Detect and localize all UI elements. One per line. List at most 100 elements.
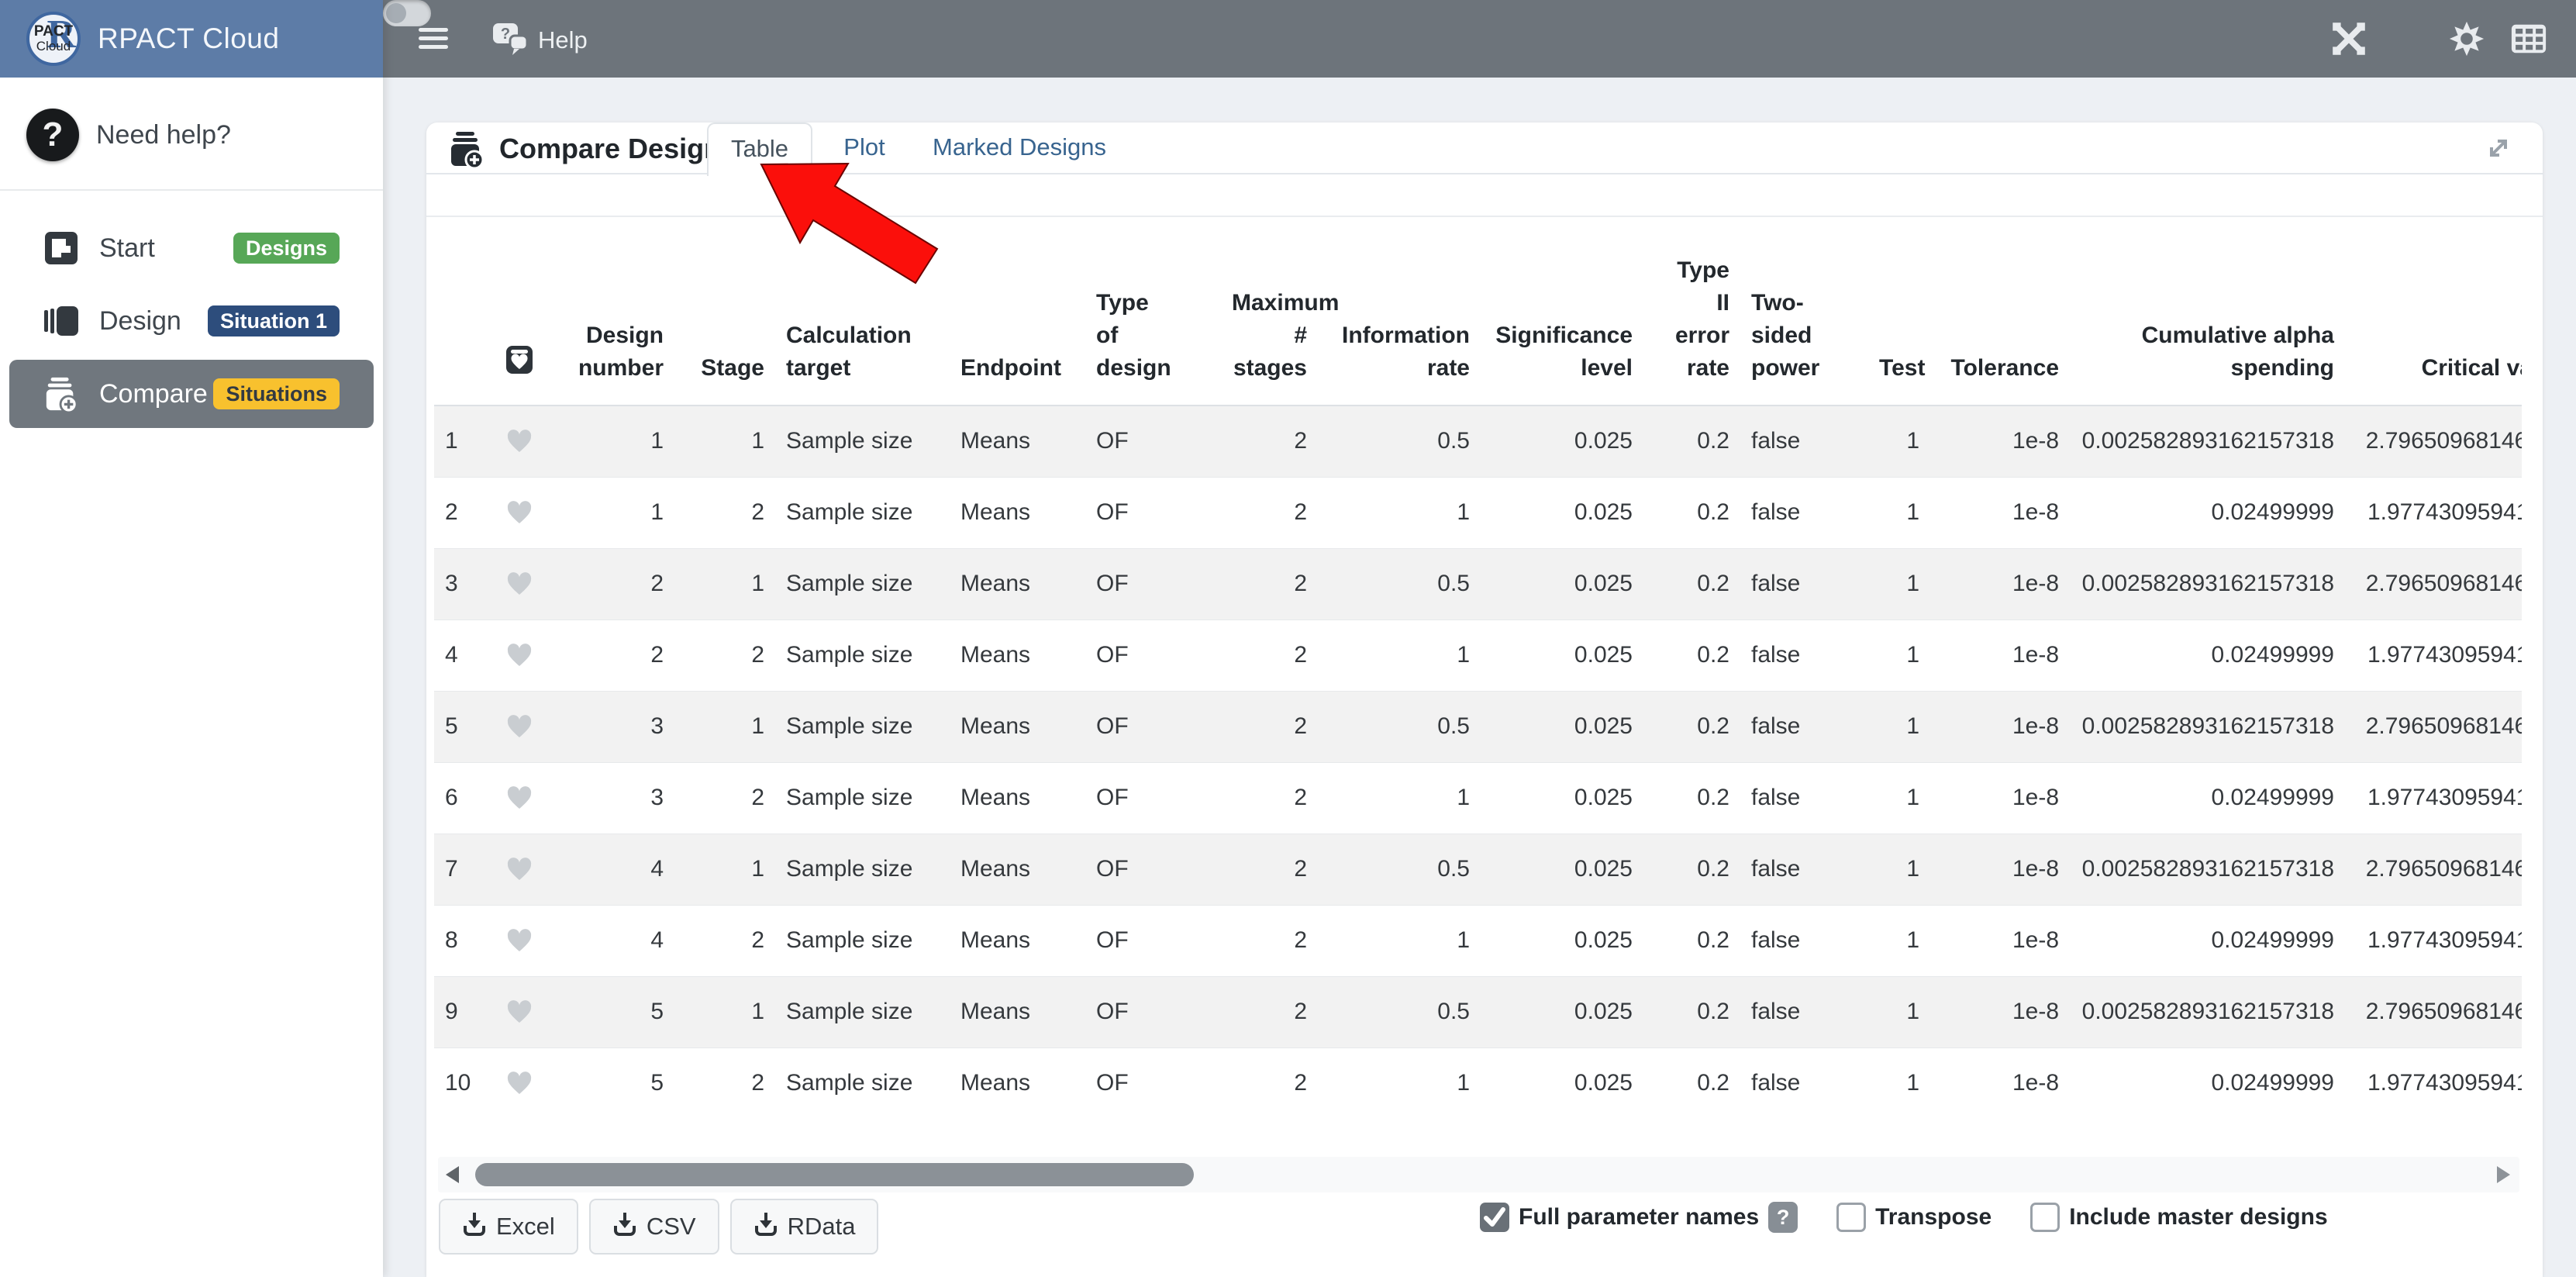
expand-card-icon[interactable] <box>2482 132 2515 164</box>
cell-significance_level: 0.025 <box>1481 406 1643 477</box>
cell-row_index: 4 <box>434 620 488 691</box>
favorite-heart-icon[interactable] <box>499 999 540 1025</box>
table-row[interactable]: 1052Sample sizeMeansOF210.0250.2false11e… <box>434 1047 2522 1119</box>
table-row[interactable]: 531Sample sizeMeansOF20.50.0250.2false11… <box>434 691 2522 762</box>
cell-tolerance: 1e-8 <box>1930 976 2070 1047</box>
horizontal-scrollbar[interactable] <box>438 1157 2519 1192</box>
logo-text-1: PACT <box>34 24 73 40</box>
download-icon <box>612 1211 637 1242</box>
cell-row_index: 10 <box>434 1047 488 1119</box>
table-row[interactable]: 321Sample sizeMeansOF20.50.0250.2false11… <box>434 548 2522 620</box>
favorite-heart-icon[interactable] <box>499 713 540 740</box>
table-row[interactable]: 951Sample sizeMeansOF20.50.0250.2false11… <box>434 976 2522 1047</box>
cell-marked[interactable] <box>488 905 550 976</box>
tab-table[interactable]: Table <box>707 123 812 176</box>
export-csv-button[interactable]: CSV <box>589 1199 719 1255</box>
favorite-heart-icon[interactable] <box>499 642 540 668</box>
table-row[interactable]: 632Sample sizeMeansOF210.0250.2false11e-… <box>434 762 2522 834</box>
col-header-type_ii_error_rate: TypeIIerrorrate <box>1643 233 1740 406</box>
sidebar-item-compare[interactable]: CompareSituations <box>9 360 374 428</box>
scroll-left-arrow-icon[interactable] <box>446 1166 459 1183</box>
favorite-heart-icon[interactable] <box>499 571 540 597</box>
cell-marked[interactable] <box>488 477 550 548</box>
cell-endpoint: Means <box>950 905 1085 976</box>
sidebar-item-label: Start <box>99 233 155 264</box>
cell-stage: 1 <box>674 406 775 477</box>
export-excel-button[interactable]: Excel <box>439 1199 578 1255</box>
cell-endpoint: Means <box>950 620 1085 691</box>
col-header-stage: Stage <box>674 233 775 406</box>
cell-stage: 2 <box>674 477 775 548</box>
cell-marked[interactable] <box>488 548 550 620</box>
cell-maximum_stages: 2 <box>1221 976 1318 1047</box>
cell-type_ii_error_rate: 0.2 <box>1643 477 1740 548</box>
need-help-link[interactable]: ? Need help? <box>0 78 383 189</box>
question-mark-icon: ? <box>26 109 79 161</box>
sidebar-item-label: Design <box>99 306 181 337</box>
cell-marked[interactable] <box>488 976 550 1047</box>
cell-marked[interactable] <box>488 691 550 762</box>
include_master_designs-checkbox[interactable] <box>2030 1203 2060 1232</box>
cell-information_rate: 0.5 <box>1318 548 1481 620</box>
export-rdata-button[interactable]: RData <box>730 1199 879 1255</box>
col-header-two_sided_power: Two-sidedpower <box>1740 233 1868 406</box>
cell-tolerance: 1e-8 <box>1930 477 2070 548</box>
help-menu[interactable]: ? Help <box>488 17 588 63</box>
favorite-heart-icon[interactable] <box>499 1070 540 1096</box>
cell-tolerance: 1e-8 <box>1930 548 2070 620</box>
cell-endpoint: Means <box>950 406 1085 477</box>
help-tooltip-badge[interactable]: ? <box>1768 1202 1798 1233</box>
sidebar-toggle-icon[interactable] <box>419 23 448 53</box>
sidebar: R PACT Cloud RPACT Cloud ? Need help? St… <box>0 0 383 1277</box>
cell-type_of_design: OF <box>1085 905 1221 976</box>
dark-mode-toggle[interactable] <box>383 0 431 26</box>
transpose-checkbox[interactable] <box>1836 1203 1866 1232</box>
table-row[interactable]: 422Sample sizeMeansOF210.0250.2false11e-… <box>434 620 2522 691</box>
toggle-knob <box>386 3 406 23</box>
logo-text-2: Cloud <box>36 40 71 53</box>
cell-marked[interactable] <box>488 620 550 691</box>
cell-test: 1 <box>1868 905 1930 976</box>
cell-endpoint: Means <box>950 762 1085 834</box>
checkbox-label: Full parameter names <box>1519 1204 1759 1230</box>
col-header-cumulative_alpha_spending: Cumulative alphaspending <box>2070 233 2345 406</box>
download-icon <box>753 1211 778 1242</box>
table-row[interactable]: 741Sample sizeMeansOF20.50.0250.2false11… <box>434 834 2522 905</box>
cell-marked[interactable] <box>488 834 550 905</box>
sidebar-item-start[interactable]: StartDesigns <box>9 214 374 282</box>
favorite-heart-icon[interactable] <box>499 428 540 454</box>
favorite-heart-icon[interactable] <box>499 499 540 526</box>
cell-row_index: 1 <box>434 406 488 477</box>
cell-information_rate: 0.5 <box>1318 976 1481 1047</box>
scroll-right-arrow-icon[interactable] <box>2497 1166 2510 1183</box>
full_parameter_names-checkbox[interactable] <box>1480 1203 1509 1232</box>
scrollbar-thumb[interactable] <box>475 1163 1194 1186</box>
favorite-heart-icon[interactable] <box>499 856 540 882</box>
fullscreen-button[interactable] <box>2329 19 2369 59</box>
cell-information_rate: 0.5 <box>1318 406 1481 477</box>
cell-tolerance: 1e-8 <box>1930 834 2070 905</box>
settings-icon[interactable] <box>2447 19 2487 59</box>
cell-significance_level: 0.025 <box>1481 905 1643 976</box>
cell-marked[interactable] <box>488 1047 550 1119</box>
cell-marked[interactable] <box>488 762 550 834</box>
export-button-label: RData <box>788 1213 856 1241</box>
cell-two_sided_power: false <box>1740 1047 1868 1119</box>
tab-marked[interactable]: Marked Designs <box>922 123 1116 174</box>
cell-stage: 2 <box>674 762 775 834</box>
cell-marked[interactable] <box>488 406 550 477</box>
favorite-heart-icon[interactable] <box>499 785 540 811</box>
table-row[interactable]: 842Sample sizeMeansOF210.0250.2false11e-… <box>434 905 2522 976</box>
card-header: Compare Designs TablePlotMarked Designs <box>426 123 2543 217</box>
favorite-heart-icon[interactable] <box>499 927 540 954</box>
tab-plot[interactable]: Plot <box>812 123 916 174</box>
table-row[interactable]: 212Sample sizeMeansOF210.0250.2false11e-… <box>434 477 2522 548</box>
sidebar-item-design[interactable]: DesignSituation 1 <box>9 287 374 355</box>
table-row[interactable]: 111Sample sizeMeansOF20.50.0250.2false11… <box>434 406 2522 477</box>
grid-view-icon[interactable] <box>2509 19 2549 59</box>
cell-maximum_stages: 2 <box>1221 477 1318 548</box>
cell-cumulative_alpha_spending: 0.02499999 <box>2070 477 2345 548</box>
card-title-label: Compare Designs <box>499 133 736 165</box>
cell-type_ii_error_rate: 0.2 <box>1643 406 1740 477</box>
cell-type_ii_error_rate: 0.2 <box>1643 691 1740 762</box>
